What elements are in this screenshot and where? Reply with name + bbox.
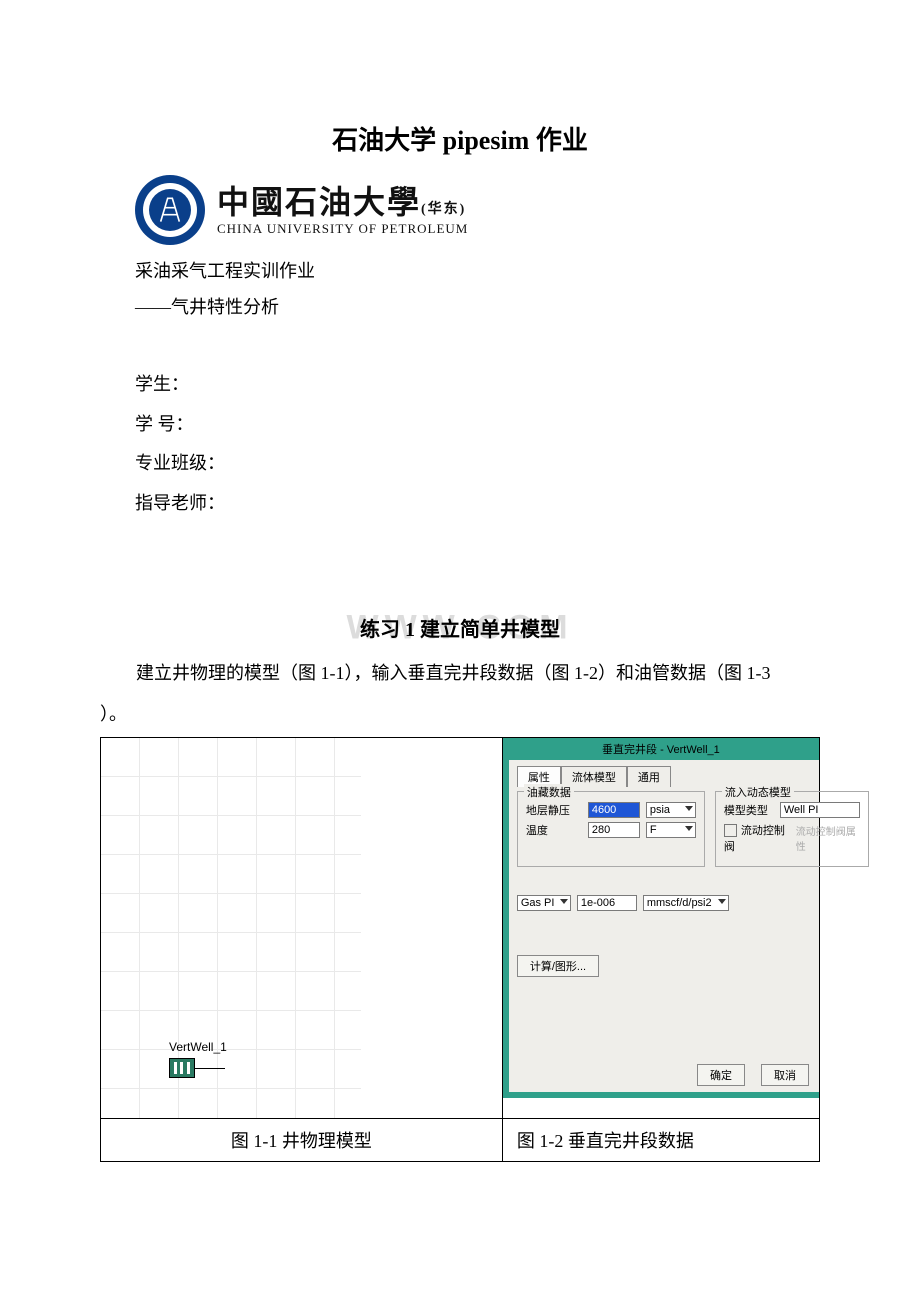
label-temperature: 温度: [526, 822, 582, 838]
university-logo-block: 中國石油大學(华东) CHINA UNIVERSITY OF PETROLEUM: [135, 175, 820, 245]
university-name-en: CHINA UNIVERSITY OF PETROLEUM: [217, 222, 468, 235]
dialog-titlebar: 垂直完井段 - VertWell_1: [503, 738, 819, 760]
document-main-title: 石油大学 pipesim 作业: [100, 120, 820, 157]
info-student-id: 学 号：: [135, 405, 820, 445]
university-name-cn: 中國石油大學(华东): [217, 186, 468, 218]
input-static-pressure[interactable]: 4600: [588, 802, 640, 818]
input-ipr-value[interactable]: 1e-006: [577, 895, 637, 911]
link-valve-props: 流动控制阀属性: [796, 823, 860, 853]
university-seal-icon: [135, 175, 205, 245]
combo-ipr-unit[interactable]: mmscf/d/psi2: [643, 895, 729, 911]
figure-1-1-canvas: VertWell_1: [101, 738, 361, 1118]
exercise-title: WWW COM 练习 1 建立简单井模型: [100, 613, 820, 642]
button-calc-plot[interactable]: 计算/图形...: [517, 955, 599, 977]
course-line-1: 采油采气工程实训作业: [135, 253, 820, 289]
body-paragraph-2: ）。: [100, 697, 820, 731]
unit-temperature[interactable]: F: [646, 822, 696, 838]
info-student: 学生：: [135, 365, 820, 405]
unit-static-pressure[interactable]: psia: [646, 802, 696, 818]
button-ok[interactable]: 确定: [697, 1064, 745, 1086]
figure-table: VertWell_1 垂直完井段 - VertWell_1: [100, 737, 820, 1162]
info-class: 专业班级：: [135, 444, 820, 484]
caption-figure-1-1: 图 1-1 井物理模型: [101, 1118, 503, 1161]
body-paragraph-1: 建立井物理的模型（图 1-1），输入垂直完井段数据（图 1-2）和油管数据（图 …: [100, 656, 820, 690]
group-reservoir-title: 油藏数据: [524, 784, 574, 800]
info-teacher: 指导老师：: [135, 484, 820, 524]
group-inflow-model: 流入动态模型 模型类型 Well PI 流动控制阀 流动控制阀属性: [715, 791, 869, 867]
group-reservoir-data: 油藏数据 地层静压 4600 psia 温度 280: [517, 791, 705, 867]
well-node-label: VertWell_1: [169, 1040, 227, 1054]
input-temperature[interactable]: 280: [588, 822, 640, 838]
derrick-icon: [156, 196, 184, 224]
well-node-icon[interactable]: [169, 1058, 195, 1078]
caption-figure-1-2: 图 1-2 垂直完井段数据: [502, 1118, 819, 1161]
group-inflow-title: 流入动态模型: [722, 784, 794, 800]
input-model-type[interactable]: Well PI: [780, 802, 860, 818]
combo-ipr-type[interactable]: Gas PI: [517, 895, 571, 911]
label-static-pressure: 地层静压: [526, 802, 582, 818]
checkbox-flow-valve[interactable]: 流动控制阀: [724, 822, 790, 854]
label-model-type: 模型类型: [724, 802, 774, 818]
vertwell-dialog: 垂直完井段 - VertWell_1 属性 流体模型 通用 油藏数据: [503, 738, 819, 1098]
tab-general[interactable]: 通用: [627, 766, 671, 787]
well-connector-line: [195, 1068, 225, 1069]
course-line-2: ——气井特性分析: [135, 289, 820, 325]
button-cancel[interactable]: 取消: [761, 1064, 809, 1086]
